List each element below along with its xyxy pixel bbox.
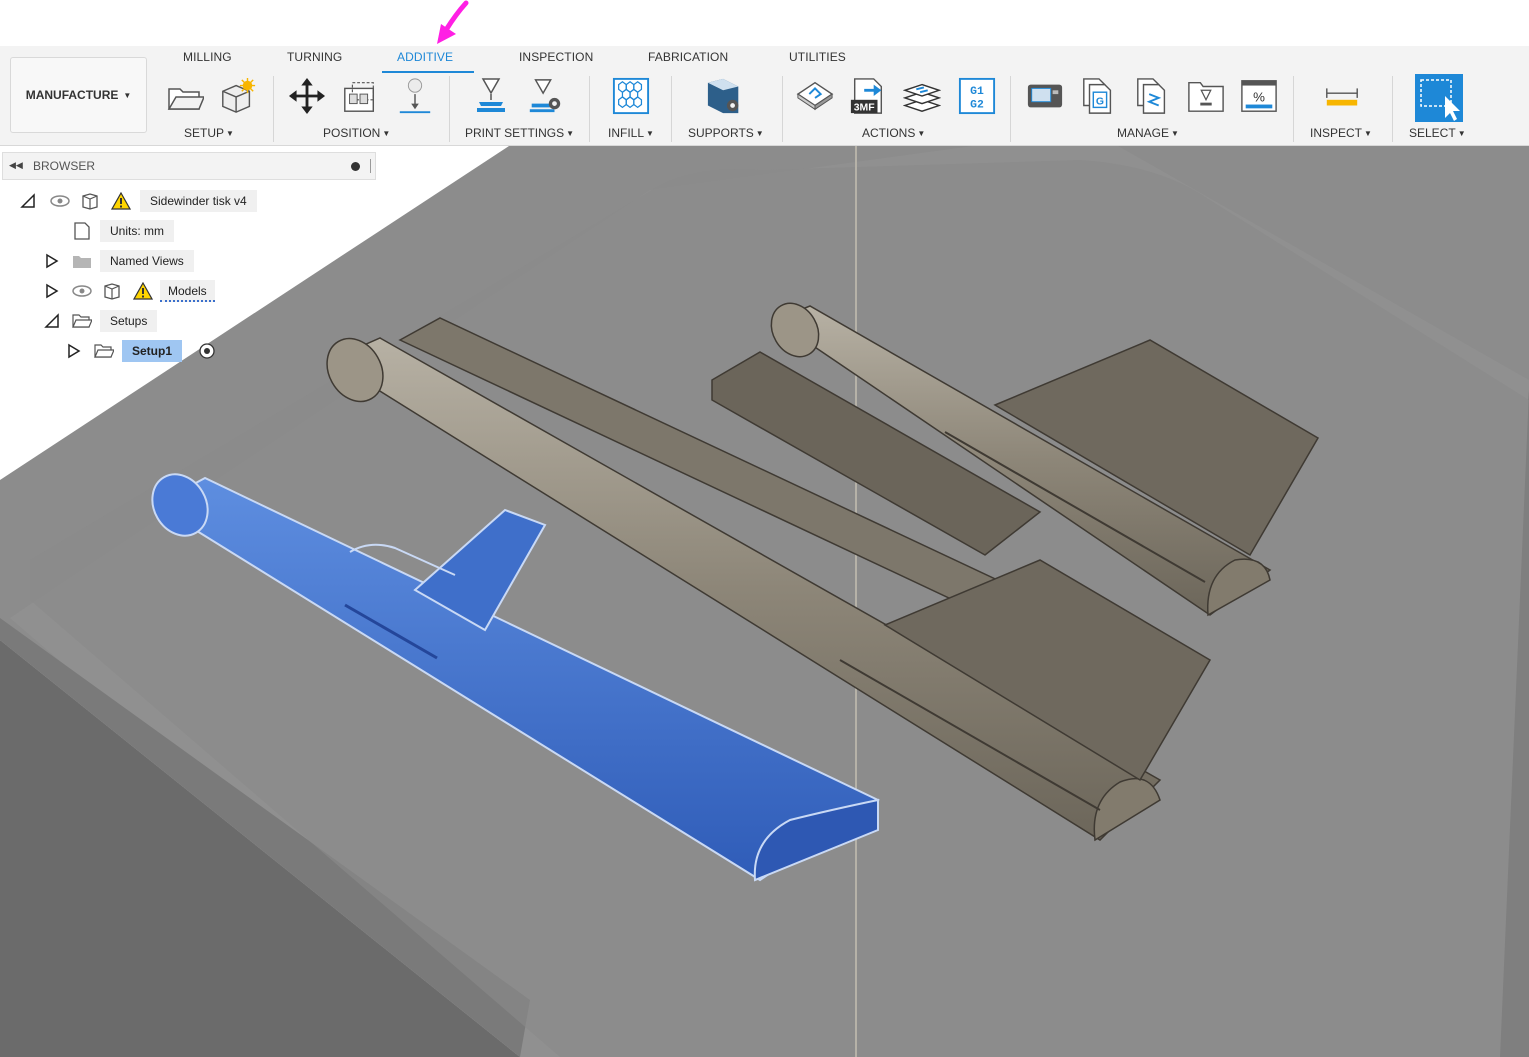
separator xyxy=(1392,76,1393,142)
svg-text:%: % xyxy=(1253,90,1265,105)
resize-handle[interactable] xyxy=(370,159,371,173)
group-inspect-label[interactable]: INSPECT ▼ xyxy=(1310,126,1372,140)
machine-library-icon[interactable] xyxy=(1026,76,1064,116)
group-actions-label[interactable]: ACTIONS ▼ xyxy=(862,126,925,140)
arrange-icon[interactable] xyxy=(341,76,379,116)
tree-node-units[interactable]: Units: mm xyxy=(0,220,200,242)
activate-radio-icon[interactable] xyxy=(197,342,217,360)
tree-node-models[interactable]: Models xyxy=(0,280,240,302)
tab-fabrication[interactable]: FABRICATION xyxy=(648,50,728,64)
hex-infill-icon[interactable] xyxy=(612,76,650,116)
tree-node-named-views[interactable]: Named Views xyxy=(0,250,220,272)
print-setting-icon[interactable] xyxy=(472,76,510,116)
template-library-icon[interactable] xyxy=(1134,76,1172,116)
folder-icon xyxy=(73,256,91,268)
svg-text:3MF: 3MF xyxy=(854,102,875,113)
warning-icon xyxy=(111,192,131,210)
percent-icon[interactable]: % xyxy=(1240,76,1278,116)
expanded-triangle-icon[interactable] xyxy=(20,193,36,209)
collapsed-triangle-icon[interactable] xyxy=(44,253,60,269)
tree-node-setups[interactable]: Setups xyxy=(0,310,200,332)
collapsed-triangle-icon[interactable] xyxy=(66,343,82,359)
tree-node-setup1[interactable]: Setup1 xyxy=(0,340,230,362)
tab-utilities[interactable]: UTILITIES xyxy=(789,50,846,64)
separator xyxy=(1010,76,1011,142)
group-print-settings-label[interactable]: PRINT SETTINGS ▼ xyxy=(465,126,574,140)
open-folder-icon[interactable] xyxy=(166,76,204,116)
expanded-triangle-icon[interactable] xyxy=(44,313,60,329)
separator xyxy=(1293,76,1294,142)
annotation-arrow-icon xyxy=(437,0,469,44)
document-icon xyxy=(74,222,90,240)
ribbon-toolbar: MILLING TURNING ADDITIVE INSPECTION FABR… xyxy=(0,46,1529,146)
group-select-label[interactable]: SELECT ▼ xyxy=(1409,126,1466,140)
separator xyxy=(671,76,672,142)
separator xyxy=(273,76,274,142)
move-icon[interactable] xyxy=(288,76,326,116)
workspace-label: MANUFACTURE xyxy=(25,88,119,102)
tree-node-setup1-label: Setup1 xyxy=(122,340,183,362)
tree-node-root-label: Sidewinder tisk v4 xyxy=(140,190,257,212)
separator xyxy=(782,76,783,142)
svg-text:G1: G1 xyxy=(970,86,984,98)
measure-icon[interactable] xyxy=(1323,76,1361,116)
tree-node-named-views-label: Named Views xyxy=(100,250,194,272)
group-infill-label[interactable]: INFILL ▼ xyxy=(608,126,654,140)
svg-text:G2: G2 xyxy=(970,99,984,111)
browser-header[interactable]: ◀◀ BROWSER xyxy=(2,152,376,180)
select-icon[interactable] xyxy=(1414,73,1464,123)
print-library-icon[interactable] xyxy=(1187,76,1225,116)
separator xyxy=(449,76,450,142)
eye-icon[interactable] xyxy=(72,282,92,300)
gcode-icon[interactable]: G1 G2 xyxy=(958,76,996,116)
tab-turning[interactable]: TURNING xyxy=(287,50,342,64)
tab-milling[interactable]: MILLING xyxy=(183,50,232,64)
support-icon[interactable] xyxy=(706,76,744,116)
pin-icon[interactable] xyxy=(351,162,360,171)
workspace-switcher-button[interactable]: MANUFACTURE ▼ xyxy=(10,57,147,133)
collapse-panel-icon[interactable]: ◀◀ xyxy=(9,160,23,171)
chevron-down-icon: ▼ xyxy=(123,90,132,100)
new-setup-icon[interactable] xyxy=(219,76,257,116)
tab-inspection[interactable]: INSPECTION xyxy=(519,50,593,64)
active-tab-indicator xyxy=(382,71,474,73)
post-library-icon[interactable]: G xyxy=(1080,76,1118,116)
eye-icon[interactable] xyxy=(50,192,70,210)
group-position-label[interactable]: POSITION ▼ xyxy=(323,126,390,140)
tree-node-setups-label: Setups xyxy=(100,310,158,332)
group-manage-label[interactable]: MANAGE ▼ xyxy=(1117,126,1179,140)
svg-text:G: G xyxy=(1096,97,1104,108)
layers-icon[interactable] xyxy=(903,76,941,116)
group-setup-label[interactable]: SETUP ▼ xyxy=(184,126,234,140)
component-icon xyxy=(104,283,120,300)
place-parts-icon[interactable] xyxy=(396,76,434,116)
tab-additive[interactable]: ADDITIVE xyxy=(397,50,453,64)
open-folder-icon xyxy=(72,314,92,328)
print-setting-edit-icon[interactable] xyxy=(526,76,564,116)
tree-node-root[interactable]: Sidewinder tisk v4 xyxy=(0,190,290,212)
group-supports-label[interactable]: SUPPORTS ▼ xyxy=(688,126,764,140)
browser-title: BROWSER xyxy=(33,159,96,173)
export-3mf-icon[interactable]: 3MF xyxy=(849,76,887,116)
tree-node-models-label: Models xyxy=(160,280,215,302)
simulate-icon[interactable] xyxy=(796,76,834,116)
tree-node-units-label: Units: mm xyxy=(100,220,174,242)
collapsed-triangle-icon[interactable] xyxy=(44,283,60,299)
separator xyxy=(589,76,590,142)
open-folder-icon xyxy=(94,344,114,358)
component-icon xyxy=(82,193,98,210)
warning-icon xyxy=(133,282,153,300)
